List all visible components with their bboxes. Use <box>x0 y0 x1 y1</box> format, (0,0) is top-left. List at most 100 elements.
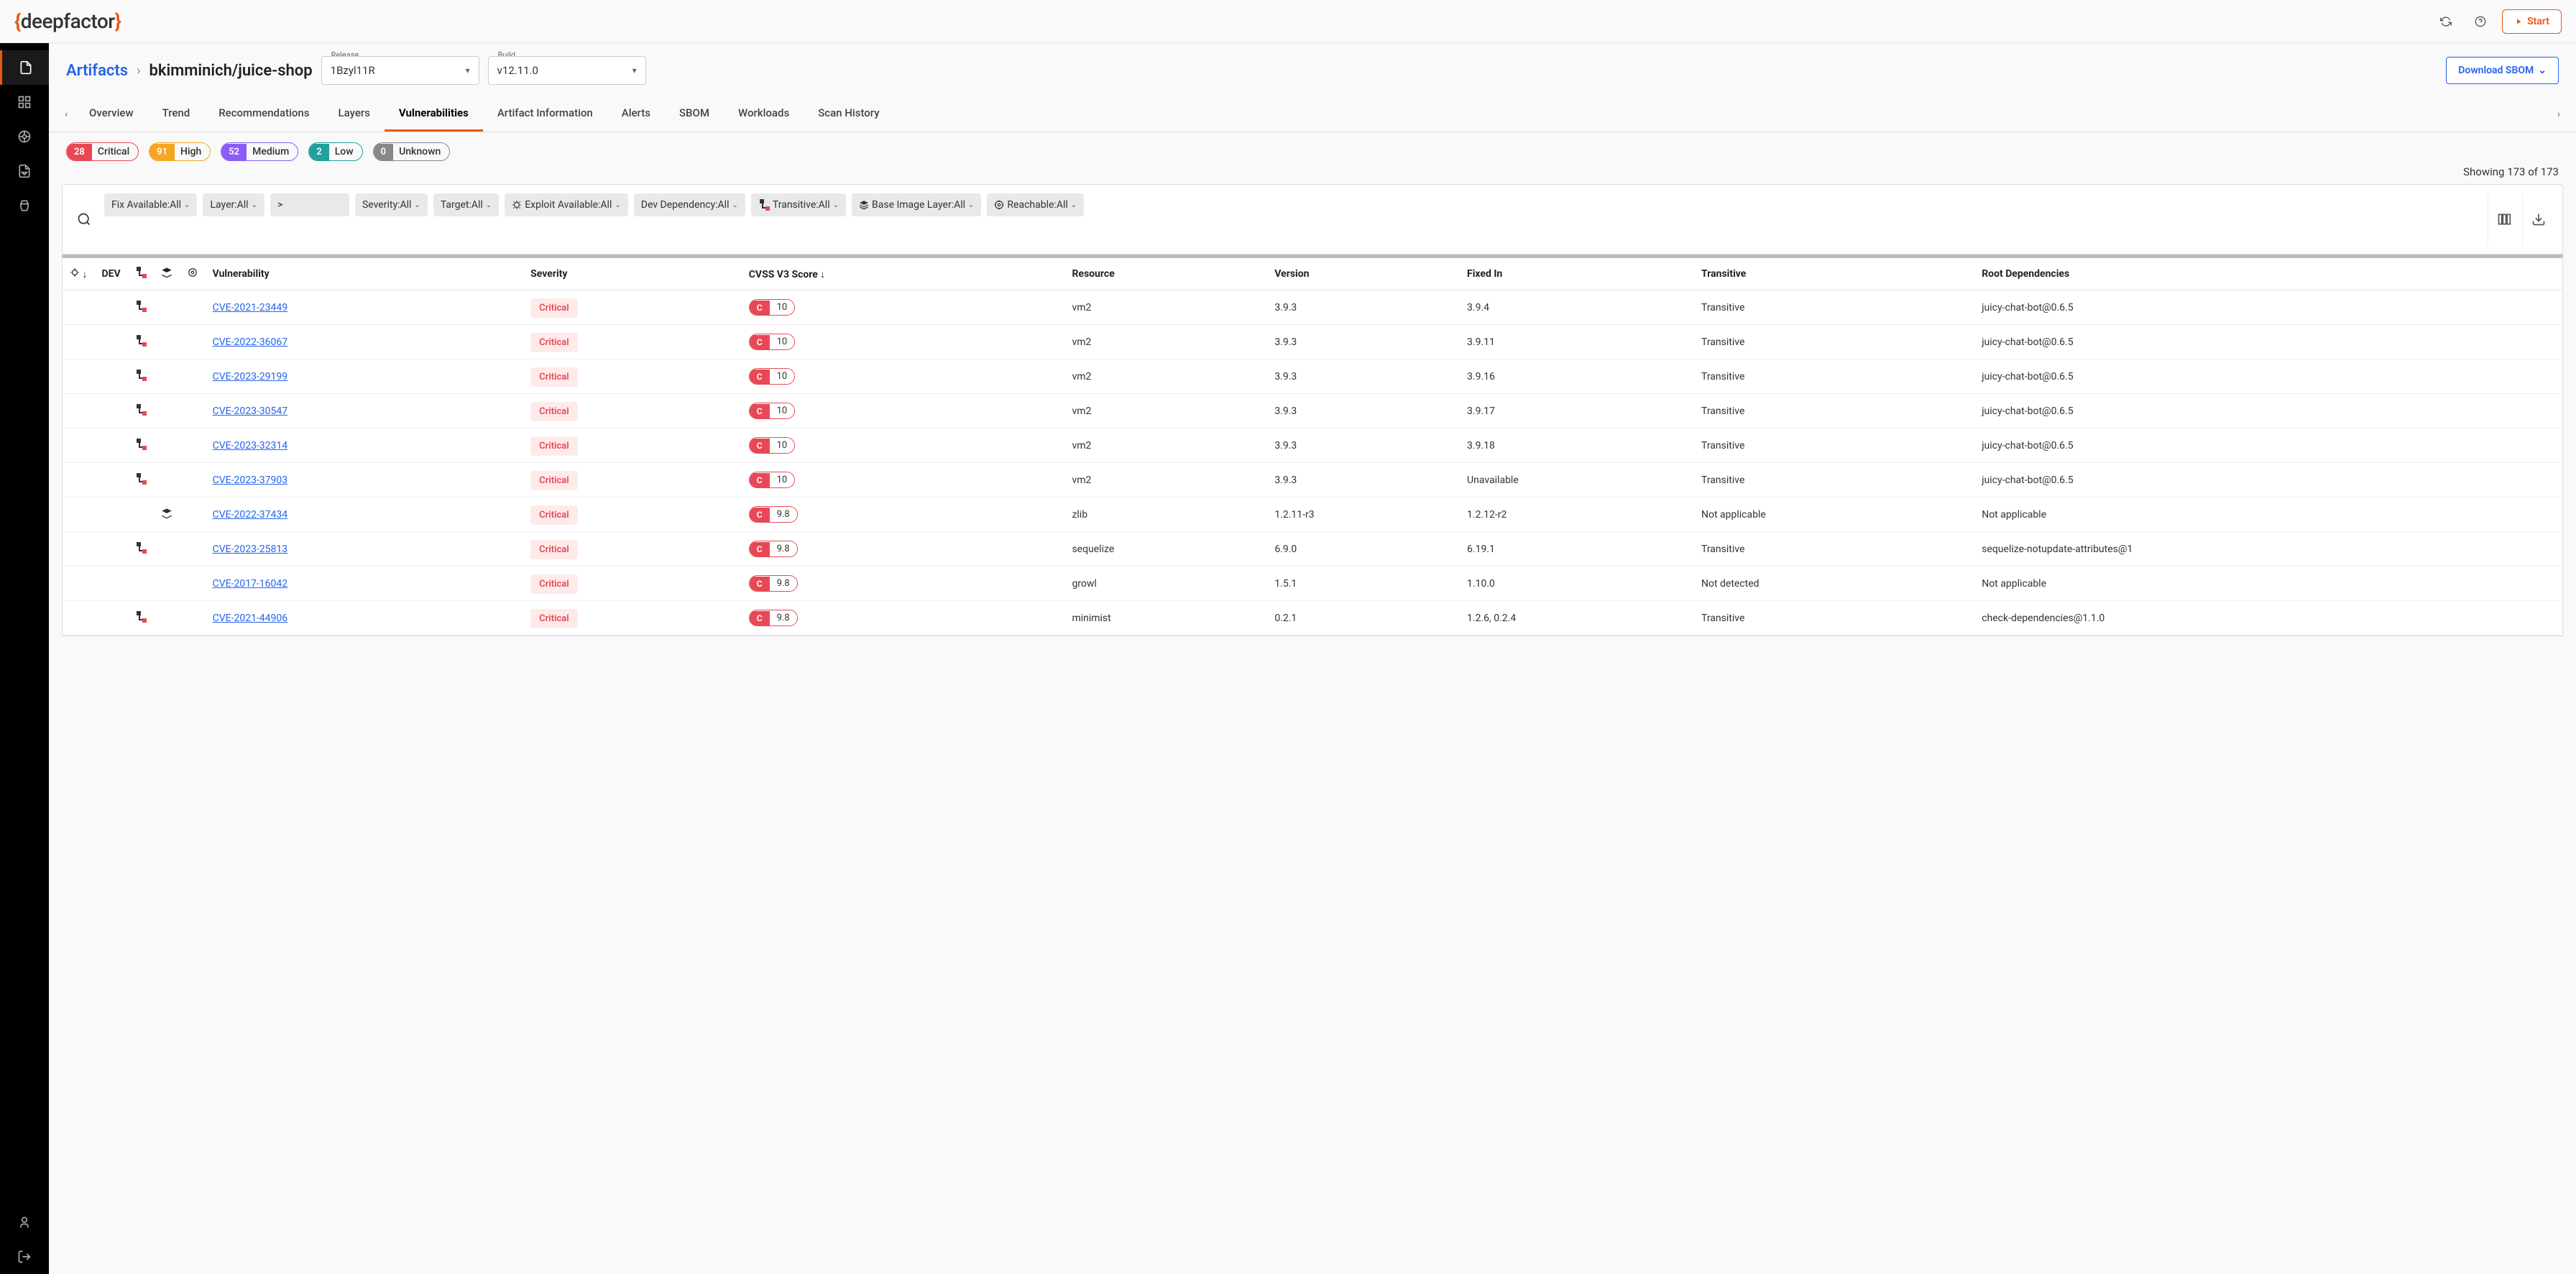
tab-trend[interactable]: Trend <box>148 96 205 132</box>
col-header-layers[interactable] <box>154 258 180 290</box>
cve-link[interactable]: CVE-2017-16042 <box>213 578 288 590</box>
cve-link[interactable]: CVE-2023-25813 <box>213 544 288 555</box>
cvss-pill: C10 <box>749 368 795 385</box>
sidebar-item-dashboard[interactable] <box>0 85 49 119</box>
filter-transitive[interactable]: Transitive:All ⌄ <box>751 193 846 216</box>
table-row[interactable]: CVE-2023-30547CriticalC10vm23.9.33.9.17T… <box>63 394 2562 429</box>
cve-link[interactable]: CVE-2023-37903 <box>213 475 288 486</box>
tab-artifact-information[interactable]: Artifact Information <box>483 96 607 132</box>
fixed-cell: Unavailable <box>1460 463 1694 498</box>
columns-button[interactable] <box>2488 193 2519 245</box>
release-value[interactable]: 1Bzyl11R <box>321 56 479 85</box>
chevron-down-icon: ⌄ <box>615 201 620 209</box>
tab-scan-history[interactable]: Scan History <box>804 96 893 132</box>
table-row[interactable]: CVE-2022-37434CriticalC9.8zlib1.2.11-r31… <box>63 498 2562 532</box>
cve-link[interactable]: CVE-2021-23449 <box>213 302 288 313</box>
tab-sbom[interactable]: SBOM <box>665 96 724 132</box>
download-sbom-label: Download SBOM <box>2458 65 2534 76</box>
cve-link[interactable]: CVE-2021-44906 <box>213 613 288 624</box>
filter-target[interactable]: Target:All ⌄ <box>433 193 499 216</box>
col-header-severity[interactable]: Severity <box>523 258 742 290</box>
table-row[interactable]: CVE-2023-29199CriticalC10vm23.9.33.9.16T… <box>63 359 2562 394</box>
col-header-vulnerability[interactable]: Vulnerability <box>206 258 524 290</box>
sidebar-item-account[interactable] <box>0 1205 49 1239</box>
help-icon <box>2475 16 2486 27</box>
table-row[interactable]: CVE-2022-36067CriticalC10vm23.9.33.9.11T… <box>63 325 2562 359</box>
build-selector[interactable]: Build v12.11.0 <box>488 56 646 85</box>
tab-workloads[interactable]: Workloads <box>724 96 804 132</box>
tab-scroll-right[interactable]: › <box>2550 100 2567 129</box>
columns-icon <box>2497 212 2511 226</box>
severity-chip-high[interactable]: 91High <box>149 142 211 161</box>
breadcrumb-root[interactable]: Artifacts <box>66 62 128 80</box>
build-value[interactable]: v12.11.0 <box>488 56 646 85</box>
cve-link[interactable]: CVE-2022-37434 <box>213 509 288 521</box>
help-button[interactable] <box>2467 9 2493 35</box>
severity-chip-low[interactable]: 2Low <box>308 142 362 161</box>
col-header-target[interactable] <box>180 258 206 290</box>
release-selector[interactable]: Release 1Bzyl11R <box>321 56 479 85</box>
table-row[interactable]: CVE-2023-25813CriticalC9.8sequelize6.9.0… <box>63 532 2562 567</box>
cve-link[interactable]: CVE-2023-30547 <box>213 405 288 417</box>
table-row[interactable]: CVE-2017-16042CriticalC9.8growl1.5.11.10… <box>63 567 2562 601</box>
refresh-button[interactable] <box>2433 9 2459 35</box>
tree-icon <box>135 370 147 381</box>
filter-layer[interactable]: Layer:All ⌄ <box>203 193 264 216</box>
sidebar-item-logout[interactable] <box>0 1239 49 1274</box>
table-row[interactable]: CVE-2023-32314CriticalC10vm23.9.33.9.18T… <box>63 429 2562 463</box>
chevron-right-icon: › <box>137 63 140 78</box>
search-button[interactable] <box>71 193 97 245</box>
search-icon <box>77 212 91 226</box>
tab-layers[interactable]: Layers <box>324 96 385 132</box>
col-header-bug[interactable]: ↓ <box>63 258 94 290</box>
filter-fix-available[interactable]: Fix Available:All ⌄ <box>104 193 197 216</box>
start-button[interactable]: Start <box>2502 9 2562 34</box>
tab-alerts[interactable]: Alerts <box>607 96 665 132</box>
filter-score-input[interactable] <box>270 193 349 216</box>
tab-scroll-left[interactable]: ‹ <box>58 100 75 129</box>
col-header-root[interactable]: Root Dependencies <box>1974 258 2562 290</box>
col-header-transitive[interactable]: Transitive <box>1694 258 1974 290</box>
cve-link[interactable]: CVE-2022-36067 <box>213 336 288 348</box>
filter-exploit[interactable]: Exploit Available:All ⌄ <box>505 193 628 216</box>
tab-vulnerabilities[interactable]: Vulnerabilities <box>385 96 483 132</box>
severity-chip-medium[interactable]: 52Medium <box>221 142 298 161</box>
table-row[interactable]: CVE-2021-44906CriticalC9.8minimist0.2.11… <box>63 601 2562 636</box>
tab-overview[interactable]: Overview <box>75 96 148 132</box>
table-row[interactable]: CVE-2021-23449CriticalC10vm23.9.33.9.4Tr… <box>63 290 2562 325</box>
col-header-fixed[interactable]: Fixed In <box>1460 258 1694 290</box>
download-button[interactable] <box>2522 193 2554 245</box>
col-header-tree[interactable] <box>128 258 154 290</box>
severity-label: Unknown <box>393 143 449 160</box>
root-cell: check-dependencies@1.1.0 <box>1974 601 2562 636</box>
severity-badge: Critical <box>530 540 577 559</box>
sidebar-item-artifacts[interactable] <box>0 50 49 85</box>
sidebar-item-reports[interactable] <box>0 154 49 188</box>
col-header-resource[interactable]: Resource <box>1064 258 1267 290</box>
severity-badge: Critical <box>530 609 577 628</box>
filter-base-image[interactable]: Base Image Layer:All ⌄ <box>852 193 981 216</box>
severity-chip-unknown[interactable]: 0Unknown <box>373 142 451 161</box>
cvss-pill: C9.8 <box>749 541 798 557</box>
tab-recommendations[interactable]: Recommendations <box>204 96 323 132</box>
filter-reachable[interactable]: Reachable:All ⌄ <box>987 193 1084 216</box>
col-header-dev[interactable]: DEV <box>94 258 127 290</box>
cve-link[interactable]: CVE-2023-29199 <box>213 371 288 382</box>
transitive-cell: Transitive <box>1694 601 1974 636</box>
file-icon <box>17 164 32 178</box>
severity-chip-critical[interactable]: 28Critical <box>66 142 139 161</box>
col-header-version[interactable]: Version <box>1267 258 1460 290</box>
col-header-cvss[interactable]: CVSS V3 Score ↓ <box>742 258 1065 290</box>
vulnerabilities-table: ↓ DEV Vulnerability Severity CVSS V3 Sco… <box>62 255 2563 636</box>
sidebar-item-integrations[interactable] <box>0 188 49 223</box>
filter-severity[interactable]: Severity:All ⌄ <box>355 193 428 216</box>
transitive-cell: Not applicable <box>1694 498 1974 532</box>
start-label: Start <box>2527 16 2549 27</box>
cve-link[interactable]: CVE-2023-32314 <box>213 440 288 452</box>
transitive-cell: Transitive <box>1694 463 1974 498</box>
sidebar-item-kubernetes[interactable] <box>0 119 49 154</box>
download-sbom-button[interactable]: Download SBOM ⌄ <box>2446 57 2559 84</box>
root-cell: juicy-chat-bot@0.6.5 <box>1974 359 2562 394</box>
table-row[interactable]: CVE-2023-37903CriticalC10vm23.9.3Unavail… <box>63 463 2562 498</box>
filter-dev-dependency[interactable]: Dev Dependency:All ⌄ <box>634 193 745 216</box>
